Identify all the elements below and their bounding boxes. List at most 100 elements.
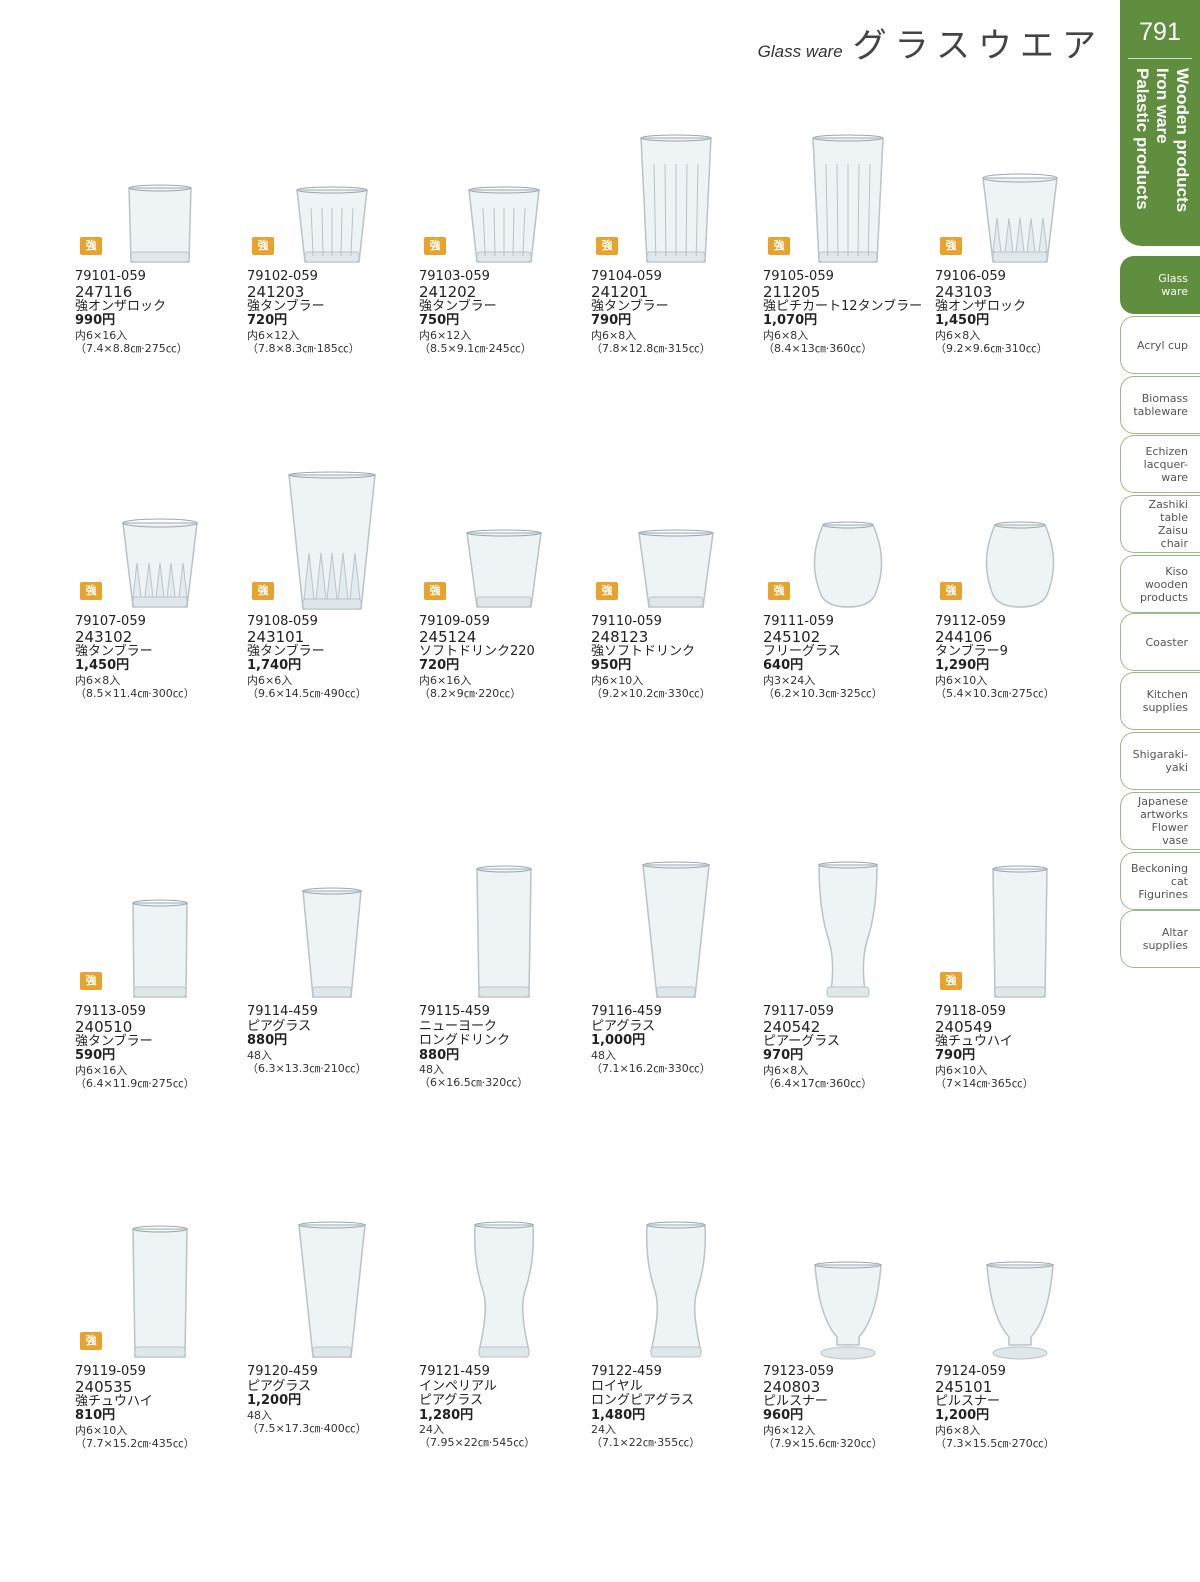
product-info: 79105-059 211205 強ピチカート12タンブラー 1,070円 内6×8入（… xyxy=(763,269,933,355)
glass-photo xyxy=(105,861,215,1005)
category-tab[interactable]: Kitchen supplies xyxy=(1120,672,1200,730)
product-item: 強 79118-059 240549 強チュウハイ 790円 内6×10入 （7×14㎝·3… xyxy=(935,825,1105,1185)
product-pack: 内6×10入 xyxy=(75,1423,128,1437)
strong-badge: 強 xyxy=(768,582,790,600)
glass-photo xyxy=(965,471,1075,615)
strong-badge: 強 xyxy=(596,237,618,255)
product-pack: 48入 xyxy=(247,1048,272,1062)
product-number: 245102 xyxy=(763,627,821,646)
product-item: 79121-459 インペリアル ピアグラス 1,280円 24入 （7.95×22㎝·… xyxy=(419,1185,589,1545)
product-dimensions: （8.2×9㎝·220㏄） xyxy=(419,686,522,700)
strong-badge: 強 xyxy=(940,582,962,600)
product-info: 79103-059 241202 強タンブラー 750円 内6×12入 （8.5×9.1㎝… xyxy=(419,269,589,354)
product-info: 79113-059 240510 強タンブラー 590円 内6×16入 （6.4×11.9… xyxy=(75,1004,245,1089)
product-info: 79110-059 248123 強ソフトドリンク 950円 内6×10入 （9.2×10… xyxy=(591,614,761,699)
product-pack: 内6×8入 xyxy=(591,328,637,342)
product-dimensions: （7.1×16.2㎝·330㏄） xyxy=(591,1061,711,1075)
header-title-en: Glass ware xyxy=(757,42,843,61)
product-dimensions: （7.5×17.3㎝·400㏄） xyxy=(247,1421,367,1435)
category-tab[interactable]: Japanese artworks Flower vase xyxy=(1120,792,1200,850)
product-pack: 内6×12入 xyxy=(763,1423,816,1437)
product-name: ピルスナー xyxy=(763,1393,829,1409)
product-pack: 内6×8入 xyxy=(935,1423,981,1437)
product-price: 1,290円 xyxy=(935,658,990,673)
category-tab[interactable]: Biomass tableware xyxy=(1120,376,1200,434)
strong-badge: 強 xyxy=(80,582,102,600)
product-name: 強ピチカート12タンブラー xyxy=(763,298,923,314)
glass-photo xyxy=(793,126,903,270)
category-tab[interactable]: Shigaraki- yaki xyxy=(1120,732,1200,790)
product-price: 590円 xyxy=(75,1048,116,1063)
product-pack: 内6×10入 xyxy=(935,1063,988,1077)
product-price: 880円 xyxy=(419,1047,460,1063)
strong-badge: 強 xyxy=(80,237,102,255)
category-tab[interactable]: Acryl cup xyxy=(1120,316,1200,374)
product-pack: 内6×12入 xyxy=(247,328,300,342)
product-info: 79116-459 ピアグラス 1,000円 48入 （7.1×16.2㎝·330㏄） xyxy=(591,1004,761,1075)
category-tab[interactable]: Beckoning cat Figurines xyxy=(1120,852,1200,910)
category-tab[interactable]: Zashiki table Zaisu chair xyxy=(1120,495,1200,553)
product-item: 強 79108-059 243101 強タンブラー 1,740円 内6×6入 （9.6×14… xyxy=(247,465,417,825)
category-tab[interactable]: Coaster xyxy=(1120,613,1200,671)
product-pack: 48入 xyxy=(247,1408,272,1422)
product-item: 強 79105-059 211205 強ピチカート12タンブラー 1,070円 内6×8入… xyxy=(763,120,933,480)
product-code: 79121-459 xyxy=(419,1364,490,1379)
strong-badge: 強 xyxy=(768,237,790,255)
product-dimensions: （7.3×15.5㎝·270㏄） xyxy=(935,1436,1055,1450)
glass-photo xyxy=(965,861,1075,1005)
glass-photo xyxy=(105,126,215,270)
product-price: 1,450円 xyxy=(935,313,990,328)
glass-photo xyxy=(449,1221,559,1365)
product-number: 240542 xyxy=(763,1017,821,1036)
product-number: 247116 xyxy=(75,282,133,301)
product-pack: 内6×8入 xyxy=(75,673,121,687)
product-dimensions: （7.1×22㎝·355㏄） xyxy=(591,1436,701,1449)
product-pack: 内6×12入 xyxy=(419,328,472,342)
product-number: 241203 xyxy=(247,282,305,301)
product-info: 79111-059 245102 フリーグラス 640円 内3×24入 （6.2×10.3… xyxy=(763,614,933,700)
product-info: 79118-059 240549 強チュウハイ 790円 内6×10入 （7×14㎝·36… xyxy=(935,1004,1105,1089)
product-pack: 48入 xyxy=(591,1048,616,1062)
category-tab[interactable]: Echizen lacquer- ware xyxy=(1120,435,1200,493)
product-item: 強 79112-059 244106 タンブラー9 1,290円 内6×10入 （5.4×1… xyxy=(935,465,1105,825)
strong-badge: 強 xyxy=(940,972,962,990)
section-title-line: Wooden products xyxy=(1173,68,1192,213)
page-number-block: 791 Wooden products Iron ware Palastic p… xyxy=(1120,0,1200,246)
section-title-vertical: Wooden products Iron ware Palastic produ… xyxy=(1126,68,1192,238)
product-dimensions: （8.4×13㎝·360㏄） xyxy=(763,341,873,355)
category-tab[interactable]: Kiso wooden products xyxy=(1120,555,1200,613)
category-tab[interactable]: Altar supplies xyxy=(1120,910,1200,968)
product-info: 79115-459 ニューヨーク ロングドリンク 880円 48入 （6×16.5㎝·3… xyxy=(419,1004,589,1089)
product-info: 79122-459 ロイヤル ロングピアグラス 1,480円 24入 （7.1×22㎝·… xyxy=(591,1364,761,1449)
glass-photo xyxy=(793,1221,903,1365)
product-code: 79114-459 xyxy=(247,1004,318,1019)
product-info: 79123-059 240803 ピルスナー 960円 内6×12入 （7.9×15.6㎝… xyxy=(763,1364,933,1449)
strong-badge: 強 xyxy=(80,1332,102,1350)
product-price: 880円 xyxy=(247,1033,288,1048)
product-price: 1,280円 xyxy=(419,1407,474,1423)
product-dimensions: （6.3×13.3㎝·210㏄） xyxy=(247,1061,367,1075)
product-item: 79124-059 245101 ピルスナー 1,200円 内6×8入 （7.3×15.5… xyxy=(935,1185,1105,1545)
product-dimensions: （6.2×10.3㎝·325㏄） xyxy=(763,686,883,700)
product-pack: 内6×8入 xyxy=(935,328,981,342)
strong-badge: 強 xyxy=(596,582,618,600)
product-info: 79114-459 ピアグラス 880円 48入 （6.3×13.3㎝·210㏄） xyxy=(247,1004,417,1075)
product-number: 211205 xyxy=(763,282,821,301)
product-name: ピアグラス xyxy=(591,1018,656,1034)
glass-photo xyxy=(277,1221,387,1365)
glass-photo xyxy=(793,861,903,1005)
product-dimensions: （7.7×15.2㎝·435㏄） xyxy=(75,1436,195,1450)
glass-photo xyxy=(277,861,387,1005)
strong-badge: 強 xyxy=(80,972,102,990)
product-number: 244106 xyxy=(935,627,993,646)
product-pack: 内6×6入 xyxy=(247,673,293,687)
product-pack: 内6×16入 xyxy=(75,1063,128,1077)
category-tab[interactable]: Glass ware xyxy=(1120,256,1200,314)
product-item: 79116-459 ピアグラス 1,000円 48入 （7.1×16.2㎝·330㏄） xyxy=(591,825,761,1185)
glass-photo xyxy=(449,861,559,1005)
product-dimensions: （6×16.5㎝·320㏄） xyxy=(419,1076,529,1089)
product-dimensions: （9.2×9.6㎝·310㏄） xyxy=(935,341,1048,355)
page-header: Glass ware グラスウエア xyxy=(758,18,1104,67)
product-price: 1,000円 xyxy=(591,1033,646,1048)
product-item: 強 79101-059 247116 強オンザロック 990円 内6×16入 （7.4×8.… xyxy=(75,120,245,480)
